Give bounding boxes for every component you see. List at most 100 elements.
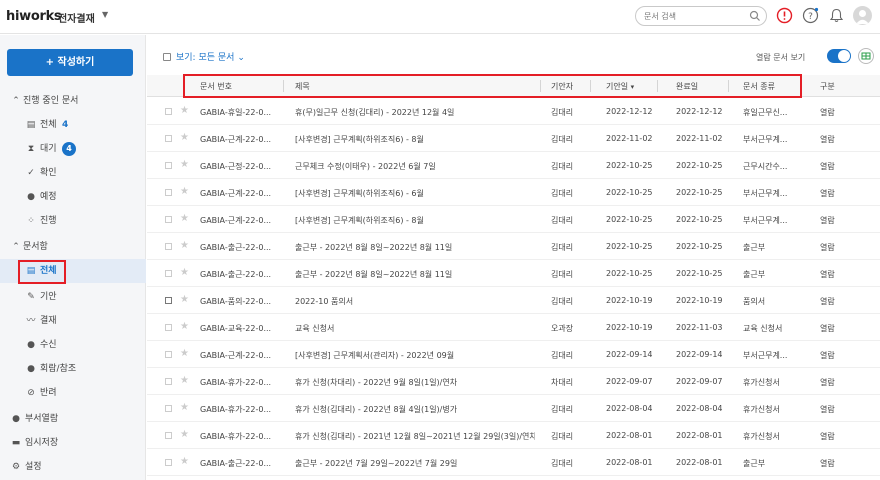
row-checkbox[interactable]: [165, 108, 172, 115]
row-checkbox[interactable]: [165, 162, 172, 169]
star-icon[interactable]: ★: [180, 348, 189, 359]
star-icon[interactable]: ★: [180, 402, 189, 413]
table-row[interactable]: ★ GABIA-휴가-22-0... 휴가 신청(김대리) - 2022년 8월 4…: [147, 395, 880, 422]
sidebar-item-received[interactable]: ● 수신: [0, 333, 146, 357]
star-icon[interactable]: ★: [180, 375, 189, 386]
cell-title[interactable]: [사후변경] 근무계획(하위조직6) - 6월: [295, 188, 424, 199]
cell-title[interactable]: 출근부 - 2022년 7월 29일~2022년 7월 29일: [295, 458, 457, 469]
row-checkbox[interactable]: [165, 189, 172, 196]
pencil-icon: ✎: [27, 292, 35, 302]
cell-title[interactable]: [사후변경] 근무계획(하위조직6) - 8월: [295, 215, 424, 226]
table-row[interactable]: ★ GABIA-휴가-22-0... 휴가 신청(차대리) - 2022년 9월 8…: [147, 368, 880, 395]
column-settings-button[interactable]: [858, 48, 874, 64]
row-checkbox[interactable]: [165, 405, 172, 412]
cell-doc-type: 교육 신청서: [743, 324, 783, 333]
row-checkbox[interactable]: [165, 324, 172, 331]
star-icon[interactable]: ★: [180, 159, 189, 170]
sidebar-item-settings[interactable]: ⚙ 설정: [0, 455, 146, 479]
star-icon[interactable]: ★: [180, 186, 189, 197]
sidebar-item-circulation[interactable]: ● 회람/참조: [0, 357, 146, 381]
cell-title[interactable]: 휴가 신청(차대리) - 2022년 9월 8일(1일)/연차: [295, 377, 457, 388]
star-icon[interactable]: ★: [180, 321, 189, 332]
app-title[interactable]: 전자결재: [58, 10, 95, 25]
sidebar-item-all-in-progress[interactable]: ▤ 전체 4: [0, 113, 146, 137]
row-checkbox[interactable]: [165, 351, 172, 358]
star-icon[interactable]: ★: [180, 132, 189, 143]
sidebar-section-box[interactable]: ⌃ 문서함: [0, 235, 146, 259]
view-filter[interactable]: 보기: 모든 문서 ⌄: [163, 50, 245, 63]
cell-category: 열람: [820, 351, 835, 360]
sidebar-item-approval[interactable]: 〰 결재: [0, 309, 146, 333]
sidebar-item-dept-view[interactable]: ● 부서열람: [0, 407, 146, 431]
sidebar-item-rejected[interactable]: ⊘ 반려: [0, 381, 146, 405]
table-row[interactable]: ★ GABIA-근계-22-0... [사후변경] 근무계획(하위조직6) - 8월…: [147, 125, 880, 152]
cell-title[interactable]: 근무체크 수정(이태우) - 2022년 6월 7일: [295, 161, 436, 172]
select-all-checkbox[interactable]: [163, 53, 171, 61]
row-checkbox[interactable]: [165, 243, 172, 250]
cell-done-date: 2022-10-19: [676, 296, 723, 305]
star-icon[interactable]: ★: [180, 267, 189, 278]
sidebar-item-waiting[interactable]: ⧗ 대기 4: [0, 137, 146, 161]
search-box: [635, 6, 767, 26]
sidebar-item-progress[interactable]: ⁘ 진행: [0, 209, 146, 233]
help-icon[interactable]: ?: [802, 7, 819, 24]
row-checkbox[interactable]: [165, 459, 172, 466]
cell-title[interactable]: 휴가 신청(김대리) - 2021년 12월 8일~2021년 12월 29일(…: [295, 431, 535, 442]
cell-done-date: 2022-09-07: [676, 377, 723, 386]
sidebar-item-confirm[interactable]: ✓ 확인: [0, 161, 146, 185]
cell-category: 열람: [820, 324, 835, 333]
table-row[interactable]: ★ GABIA-출근-22-0... 출근부 - 2022년 8월 8일~2022년…: [147, 233, 880, 260]
row-checkbox[interactable]: [165, 378, 172, 385]
cell-title[interactable]: 교육 신청서: [295, 323, 334, 334]
sidebar-item-temp-save[interactable]: ▬ 임시저장: [0, 431, 146, 455]
sidebar-section-in-progress[interactable]: ⌃ 진행 중인 문서: [0, 89, 146, 113]
cell-title[interactable]: [사후변경] 근무계획(하위조직6) - 8월: [295, 134, 424, 145]
table-row[interactable]: ★ GABIA-품의-22-0... 2022-10 품의서 김대리 2022-10-1…: [147, 287, 880, 314]
star-icon[interactable]: ★: [180, 213, 189, 224]
search-input[interactable]: [644, 10, 744, 22]
cell-drafter: 김대리: [551, 243, 574, 252]
cell-title[interactable]: [사후변경] 근무계획서(관리자) - 2022년 09월: [295, 350, 454, 361]
column-header-category[interactable]: 구분: [820, 81, 835, 92]
star-icon[interactable]: ★: [180, 429, 189, 440]
sidebar-item-scheduled[interactable]: ● 예정: [0, 185, 146, 209]
row-checkbox[interactable]: [165, 270, 172, 277]
sidebar-item-draft[interactable]: ✎ 기안: [0, 285, 146, 309]
read-docs-toggle[interactable]: [827, 49, 851, 63]
table-row[interactable]: ★ GABIA-교육-22-0... 교육 신청서 오과장 2022-10-19 2022…: [147, 314, 880, 341]
bell-icon[interactable]: [828, 7, 845, 24]
row-checkbox[interactable]: [165, 432, 172, 439]
star-icon[interactable]: ★: [180, 456, 189, 467]
cell-doc-no: GABIA-근계-22-0...: [200, 216, 272, 225]
write-button[interactable]: + 작성하기: [7, 49, 133, 76]
avatar[interactable]: [853, 6, 872, 25]
alert-icon[interactable]: [776, 7, 793, 24]
chevron-down-icon[interactable]: ▼: [102, 10, 108, 19]
cell-done-date: 2022-11-02: [676, 134, 723, 143]
cell-drafter: 오과장: [551, 324, 574, 333]
cell-doc-no: GABIA-출근-22-0...: [200, 243, 272, 252]
row-checkbox[interactable]: [165, 216, 172, 223]
table-row[interactable]: ★ GABIA-휴가-22-0... 휴가 신청(김대리) - 2021년 12월 …: [147, 422, 880, 449]
row-checkbox[interactable]: [165, 135, 172, 142]
cell-title[interactable]: 2022-10 품의서: [295, 296, 353, 307]
table-row[interactable]: ★ GABIA-근계-22-0... [사후변경] 근무계획(하위조직6) - 6월…: [147, 179, 880, 206]
cell-doc-type: 부서근무계...: [743, 135, 788, 144]
cell-title[interactable]: 휴가 신청(김대리) - 2022년 8월 4일(1일)/병가: [295, 404, 457, 415]
table-row[interactable]: ★ GABIA-휴일-22-0... 휴(무)일근무 신청(김대리) - 2022년…: [147, 98, 880, 125]
table-row[interactable]: ★ GABIA-출근-22-0... 출근부 - 2022년 7월 29일~2022…: [147, 449, 880, 476]
star-icon[interactable]: ★: [180, 105, 189, 116]
cell-title[interactable]: 출근부 - 2022년 8월 8일~2022년 8월 11일: [295, 242, 452, 253]
table-row[interactable]: ★ GABIA-근정-22-0... 근무체크 수정(이태우) - 2022년 6월…: [147, 152, 880, 179]
search-icon[interactable]: [749, 10, 761, 22]
table-row[interactable]: ★ GABIA-출근-22-0... 출근부 - 2022년 8월 8일~2022년…: [147, 260, 880, 287]
row-checkbox[interactable]: [165, 297, 172, 304]
table-row[interactable]: ★ GABIA-근계-22-0... [사후변경] 근무계획(하위조직6) - 8월…: [147, 206, 880, 233]
star-icon[interactable]: ★: [180, 240, 189, 251]
logo[interactable]: hiworks: [6, 9, 62, 24]
document-icon: ▤: [26, 120, 36, 130]
cell-title[interactable]: 휴(무)일근무 신청(김대리) - 2022년 12월 4일: [295, 107, 454, 118]
cell-title[interactable]: 출근부 - 2022년 8월 8일~2022년 8월 11일: [295, 269, 452, 280]
table-row[interactable]: ★ GABIA-근계-22-0... [사후변경] 근무계획서(관리자) - 202…: [147, 341, 880, 368]
star-icon[interactable]: ★: [180, 294, 189, 305]
